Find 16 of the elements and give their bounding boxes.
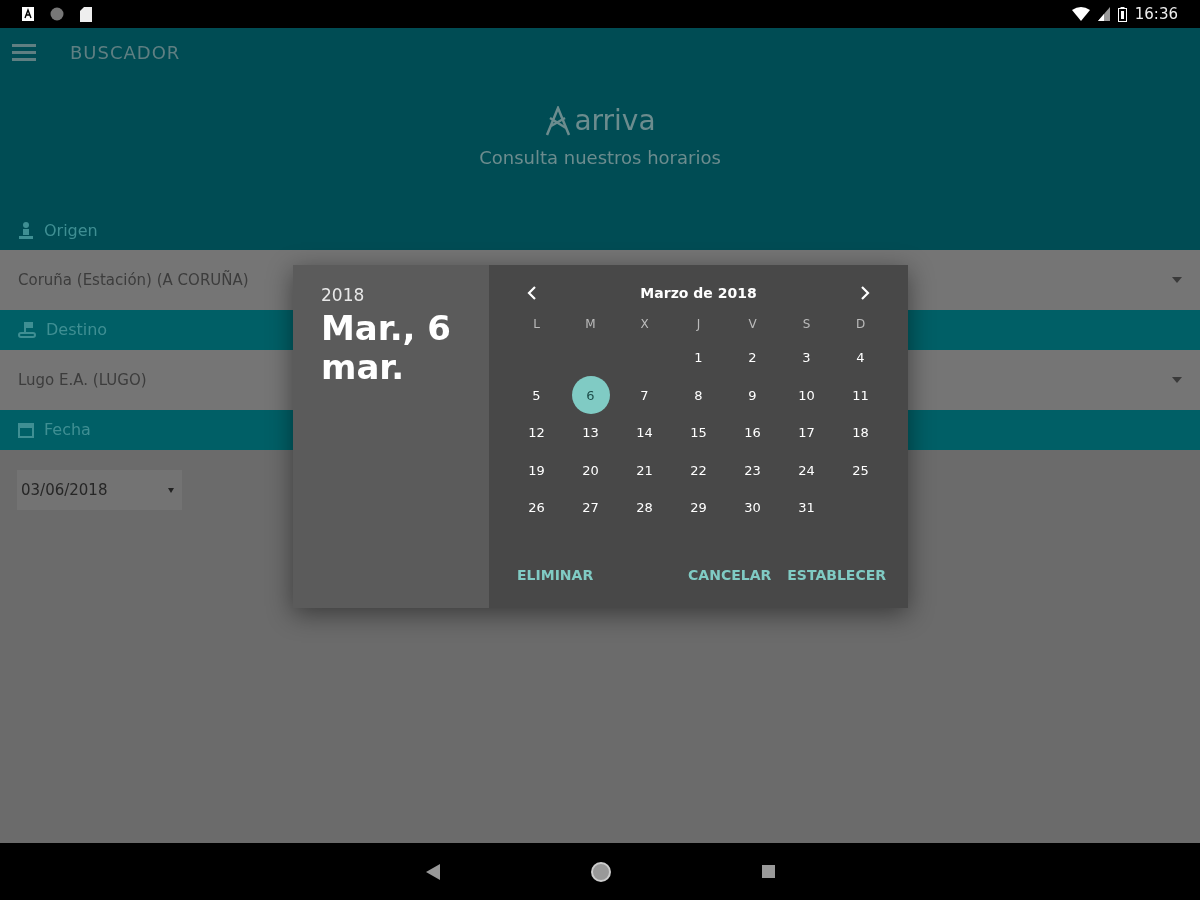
app-title: BUSCADOR — [70, 40, 181, 65]
section-label: Destino — [46, 319, 108, 341]
weekday-label: J — [696, 316, 701, 333]
tagline: Consulta nuestros horarios — [479, 146, 721, 170]
weekday-label: S — [802, 316, 811, 333]
selected-date: Mar., 6 mar. — [321, 308, 453, 387]
section-label: Origen — [44, 220, 98, 242]
weekday-label: L — [533, 316, 540, 333]
weekday-label: M — [585, 316, 596, 333]
section-label: Fecha — [44, 419, 91, 441]
weekday-label: X — [640, 316, 649, 333]
month-title: Marzo de 2018 — [640, 283, 757, 303]
clock-time: 16:36 — [1134, 3, 1178, 25]
weekday-label: V — [748, 316, 757, 333]
logo-text: arriva — [574, 107, 656, 135]
weekday-label: D — [855, 316, 866, 333]
